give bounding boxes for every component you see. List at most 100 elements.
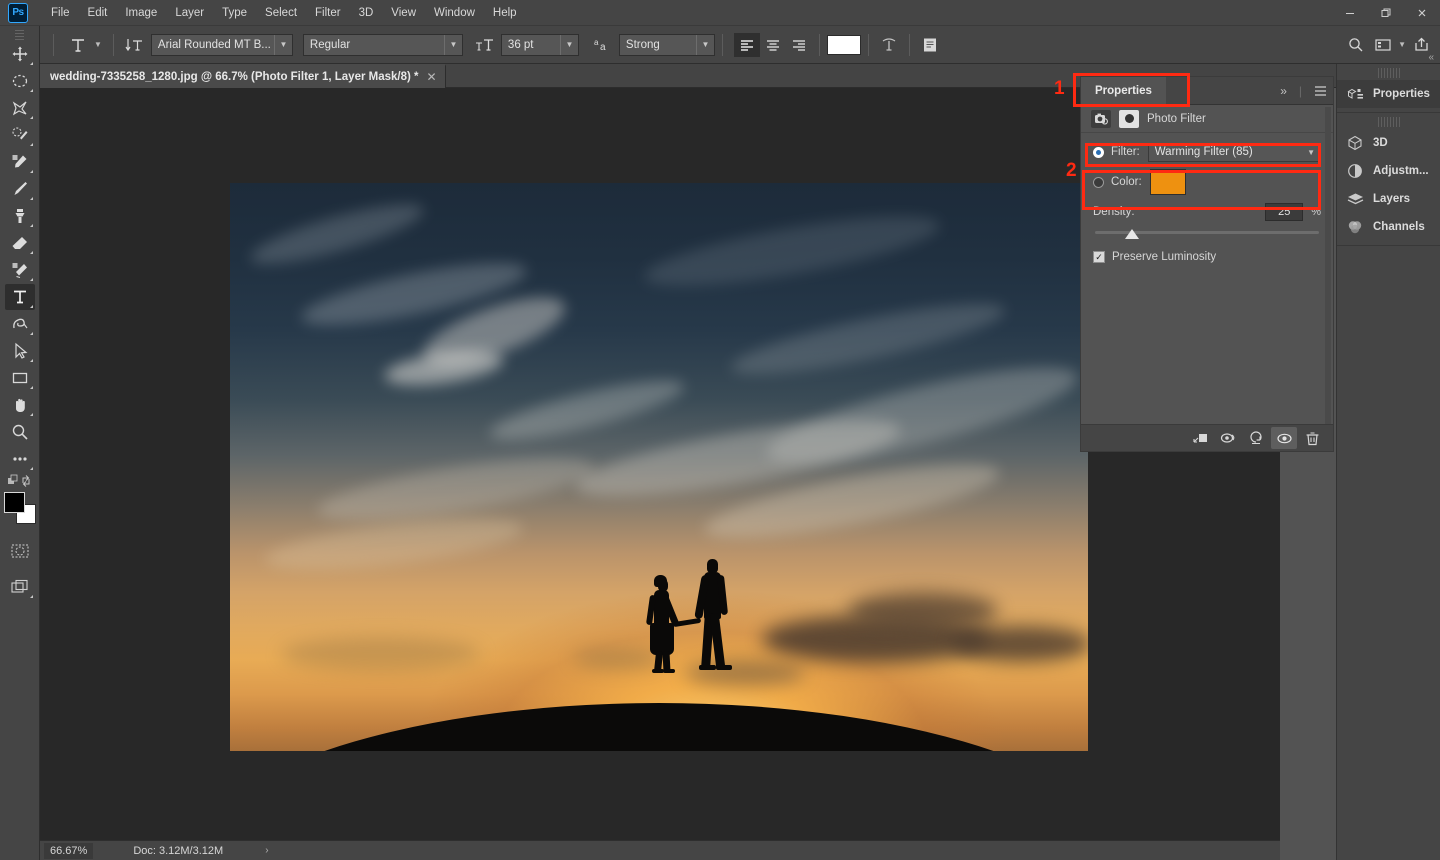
menu-edit[interactable]: Edit — [79, 3, 117, 23]
menu-layer[interactable]: Layer — [166, 3, 213, 23]
filter-radio[interactable] — [1093, 146, 1104, 158]
layers-icon — [1345, 192, 1365, 207]
panel-scrollbar[interactable] — [1325, 107, 1331, 447]
dock-label: 3D — [1373, 137, 1388, 149]
zoom-tool[interactable] — [5, 419, 35, 445]
quick-mask-icon[interactable] — [5, 538, 35, 564]
view-previous-state-icon[interactable] — [1215, 427, 1241, 449]
character-panel-icon[interactable] — [917, 32, 943, 58]
font-style-input[interactable]: Regular ▼ — [302, 33, 463, 56]
anti-alias-select[interactable]: Strong ▼ — [618, 33, 715, 56]
gradient-tool[interactable] — [5, 257, 35, 283]
chevron-down-icon[interactable]: ▼ — [443, 34, 462, 55]
current-tool-type[interactable]: ▼ — [61, 32, 106, 58]
dock-item-3d[interactable]: 3D — [1337, 129, 1440, 157]
photo-filter-icon[interactable] — [1091, 109, 1111, 128]
chevron-down-icon[interactable]: ▼ — [273, 34, 292, 55]
divider — [818, 33, 820, 56]
align-left-button[interactable] — [733, 32, 760, 57]
dock-collapse-icon[interactable]: « — [1336, 50, 1440, 64]
chevron-down-icon[interactable]: ▼ — [695, 34, 714, 55]
collapse-panel-icon[interactable]: » — [1274, 77, 1293, 104]
filter-color-swatch[interactable] — [1149, 169, 1186, 195]
align-center-button[interactable] — [760, 33, 786, 57]
menu-filter[interactable]: Filter — [306, 3, 350, 23]
type-tool-icon — [65, 32, 91, 58]
properties-panel-tab[interactable]: Properties — [1081, 77, 1166, 104]
restore-icon[interactable] — [1368, 0, 1404, 26]
layer-mask-icon[interactable] — [1119, 109, 1139, 128]
zoom-level[interactable]: 66.67% — [44, 842, 94, 859]
dock-item-channels[interactable]: Channels — [1337, 213, 1440, 241]
chevron-down-icon[interactable]: ▼ — [1398, 40, 1406, 49]
toggle-visibility-icon[interactable] — [1271, 427, 1297, 449]
filter-select[interactable]: Warming Filter (85) ▼ — [1147, 142, 1321, 162]
anti-alias-value: Strong — [625, 38, 660, 51]
tools-panel-grip[interactable] — [15, 30, 24, 40]
document-image[interactable] — [230, 183, 1088, 751]
menu-3d[interactable]: 3D — [350, 3, 383, 23]
menu-image[interactable]: Image — [116, 3, 166, 23]
chevron-down-icon[interactable]: ▼ — [94, 40, 102, 49]
rectangle-tool[interactable] — [5, 365, 35, 391]
density-unit: % — [1311, 206, 1321, 218]
foreground-color-swatch[interactable] — [3, 492, 25, 513]
path-selection-tool[interactable] — [5, 338, 35, 364]
reset-icon[interactable] — [1243, 427, 1269, 449]
align-right-button[interactable] — [786, 33, 812, 57]
dock-grip[interactable] — [1377, 68, 1400, 78]
density-input[interactable]: 25 — [1265, 203, 1304, 221]
text-orientation-icon[interactable] — [121, 32, 147, 58]
clip-to-layer-icon[interactable] — [1187, 427, 1213, 449]
quick-selection-tool[interactable] — [5, 122, 35, 148]
delete-icon[interactable] — [1299, 427, 1325, 449]
brush-tool[interactable] — [5, 176, 35, 202]
lasso-tool[interactable] — [5, 95, 35, 121]
document-tab[interactable]: wedding-7335258_1280.jpg @ 66.7% (Photo … — [40, 64, 446, 88]
move-tool[interactable] — [5, 41, 35, 67]
filter-row[interactable]: Filter: Warming Filter (85) ▼ — [1081, 139, 1333, 165]
eraser-tool[interactable] — [5, 230, 35, 256]
divider — [112, 33, 114, 56]
chevron-down-icon[interactable]: ▼ — [1307, 148, 1315, 157]
close-icon[interactable]: ✕ — [427, 70, 437, 84]
eyedropper-tool[interactable] — [5, 149, 35, 175]
menu-window[interactable]: Window — [425, 3, 484, 23]
status-expand-icon[interactable]: › — [265, 845, 268, 856]
panel-menu-icon[interactable] — [1308, 77, 1333, 104]
hand-tool[interactable] — [5, 392, 35, 418]
menu-help[interactable]: Help — [484, 3, 526, 23]
close-icon[interactable] — [1404, 0, 1440, 26]
density-slider[interactable] — [1081, 225, 1333, 243]
menu-file[interactable]: File — [42, 3, 79, 23]
preserve-luminosity-checkbox[interactable]: ✓ — [1093, 251, 1105, 263]
dock-item-layers[interactable]: Layers — [1337, 185, 1440, 213]
slider-thumb[interactable] — [1125, 229, 1139, 239]
minimize-icon[interactable] — [1332, 0, 1368, 26]
chevron-down-icon[interactable]: ▼ — [559, 34, 578, 55]
color-radio[interactable] — [1093, 176, 1104, 188]
filter-value: Warming Filter (85) — [1154, 146, 1253, 158]
clone-stamp-tool[interactable] — [5, 203, 35, 229]
menu-view[interactable]: View — [382, 3, 425, 23]
menu-type[interactable]: Type — [213, 3, 256, 23]
menu-select[interactable]: Select — [256, 3, 306, 23]
screen-mode-icon[interactable] — [5, 574, 35, 600]
pen-tool[interactable] — [5, 311, 35, 337]
font-size-input[interactable]: 36 pt ▼ — [500, 33, 579, 56]
type-tool[interactable] — [4, 284, 35, 310]
dock-item-adjustments[interactable]: Adjustm... — [1337, 157, 1440, 185]
font-style-value: Regular — [309, 38, 351, 51]
text-color-swatch[interactable] — [826, 34, 861, 55]
edit-toolbar-button[interactable] — [5, 446, 35, 472]
annotation-number-2: 2 — [1066, 160, 1077, 181]
font-family-value: Arial Rounded MT B... — [157, 38, 271, 51]
warp-text-icon[interactable] — [876, 32, 902, 58]
marquee-tool[interactable] — [5, 68, 35, 94]
dock-item-properties[interactable]: Properties — [1337, 80, 1440, 108]
filter-label: Filter: — [1111, 146, 1140, 158]
preserve-luminosity-row[interactable]: ✓ Preserve Luminosity — [1081, 243, 1333, 263]
color-row[interactable]: Color: — [1081, 165, 1333, 199]
dock-grip[interactable] — [1377, 117, 1400, 127]
font-family-input[interactable]: Arial Rounded MT B... ▼ — [150, 33, 293, 56]
